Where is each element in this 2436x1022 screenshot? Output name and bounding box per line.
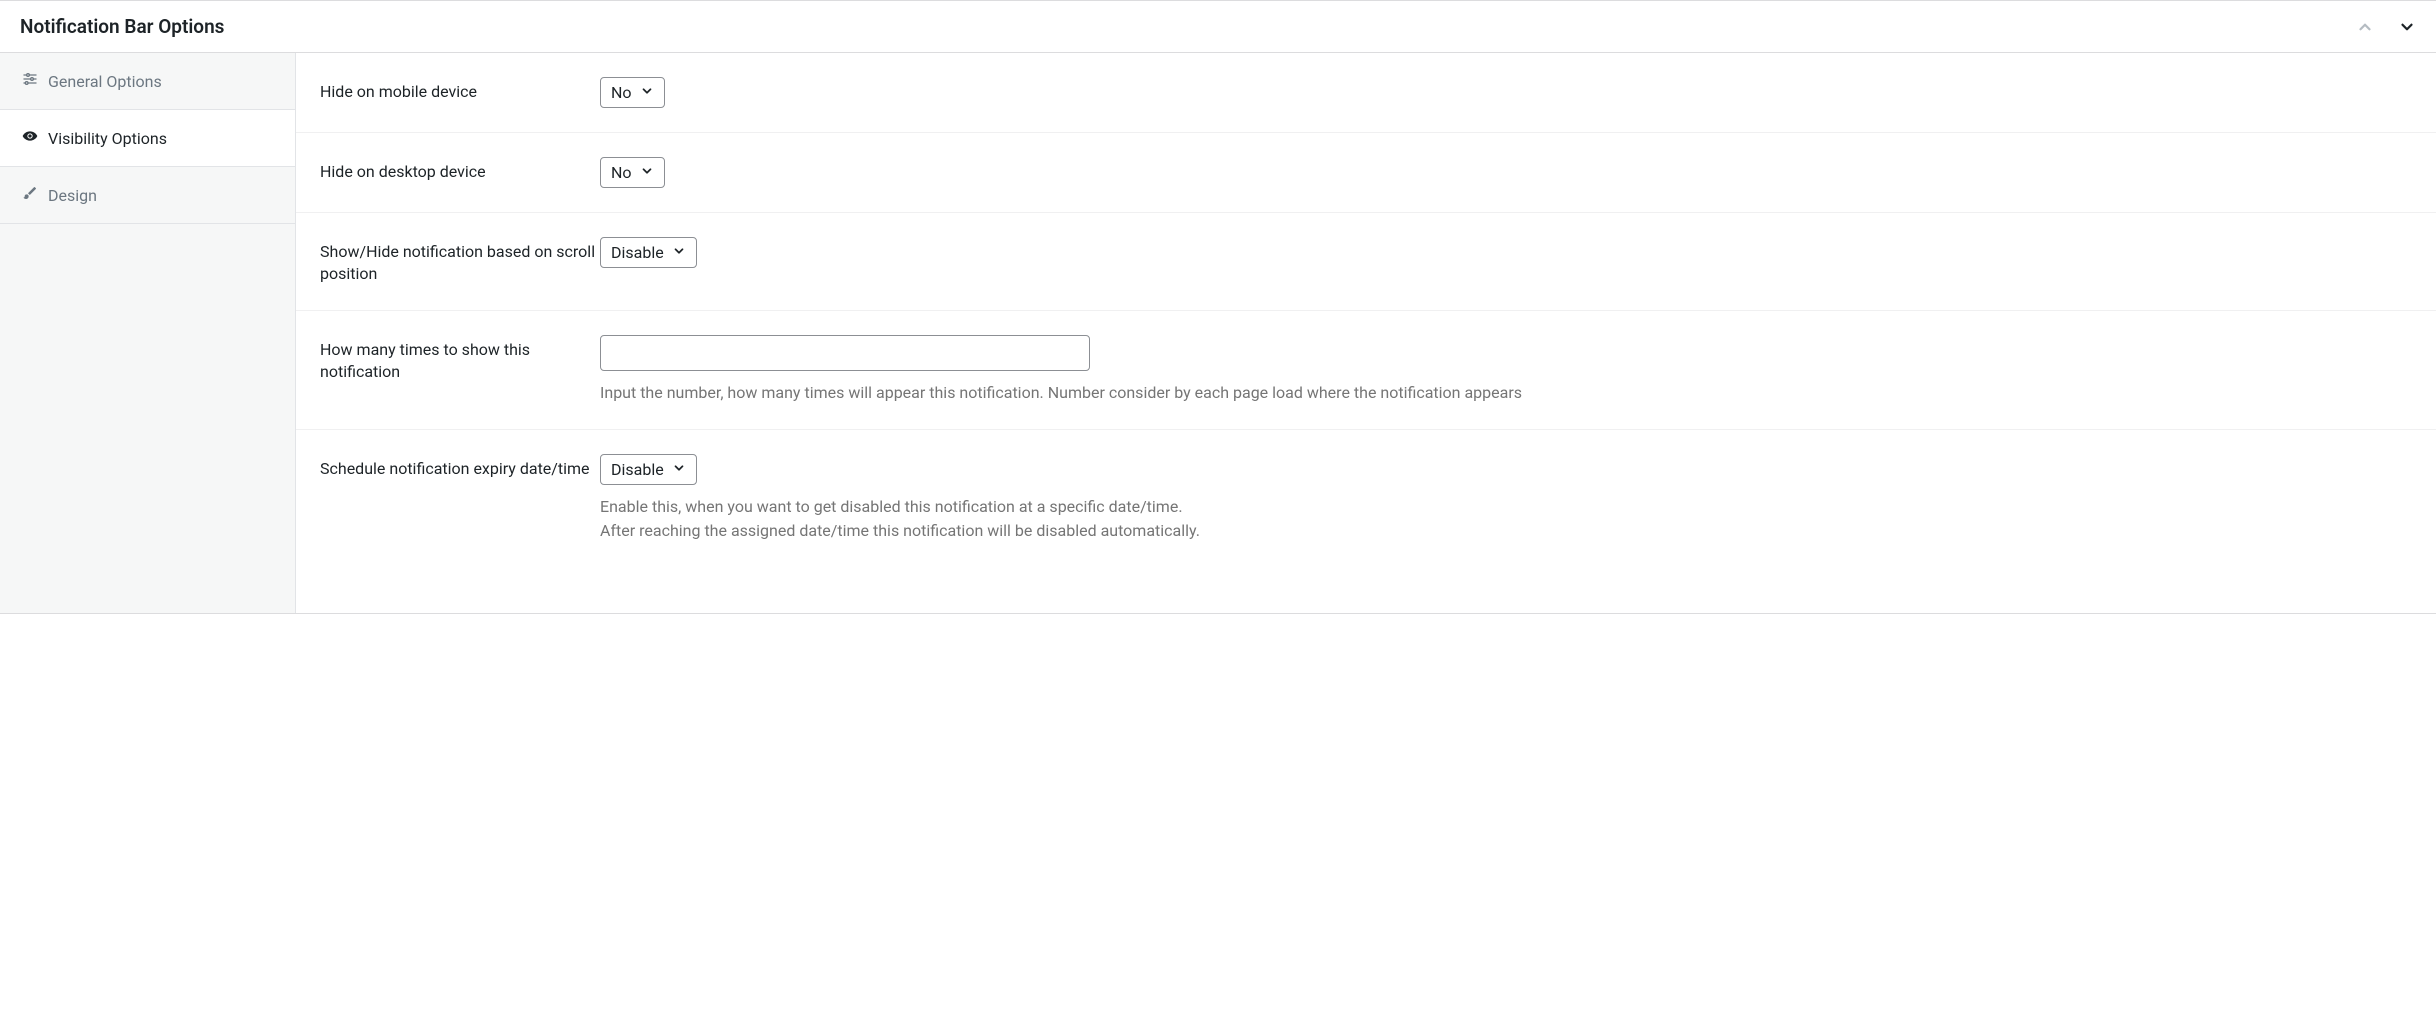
select-expiry[interactable]: Disable — [600, 454, 697, 485]
help-show-count: Input the number, how many times will ap… — [600, 381, 2412, 405]
sidebar-item-visibility-options[interactable]: Visibility Options — [0, 110, 295, 167]
input-show-count[interactable] — [600, 335, 1090, 371]
sidebar: General Options Visibility Options Desig… — [0, 53, 296, 613]
sidebar-item-label: Visibility Options — [48, 129, 167, 148]
chevron-down-icon — [640, 163, 654, 182]
help-expiry-line2: After reaching the assigned date/time th… — [600, 519, 2412, 543]
label-expiry: Schedule notification expiry date/time — [320, 454, 600, 480]
notification-options-panel: Notification Bar Options General Options — [0, 0, 2436, 614]
label-show-count: How many times to show this notification — [320, 335, 600, 384]
label-scroll-position: Show/Hide notification based on scroll p… — [320, 237, 600, 286]
help-expiry: Enable this, when you want to get disabl… — [600, 495, 2412, 543]
select-hide-mobile[interactable]: No — [600, 77, 665, 108]
select-value: No — [611, 163, 632, 182]
chevron-down-icon — [672, 460, 686, 479]
sidebar-item-label: General Options — [48, 72, 162, 91]
panel-body: General Options Visibility Options Desig… — [0, 53, 2436, 613]
select-scroll-position[interactable]: Disable — [600, 237, 697, 268]
help-expiry-line1: Enable this, when you want to get disabl… — [600, 495, 2412, 519]
select-value: No — [611, 83, 632, 102]
row-hide-mobile: Hide on mobile device No — [296, 53, 2436, 133]
sidebar-item-general-options[interactable]: General Options — [0, 53, 295, 110]
panel-title: Notification Bar Options — [20, 15, 224, 38]
label-hide-desktop: Hide on desktop device — [320, 157, 600, 183]
sliders-icon — [22, 71, 38, 91]
chevron-up-icon[interactable] — [2356, 18, 2374, 36]
sidebar-item-label: Design — [48, 186, 97, 205]
panel-header: Notification Bar Options — [0, 1, 2436, 53]
eye-icon — [22, 128, 38, 148]
sidebar-item-design[interactable]: Design — [0, 167, 295, 224]
row-expiry: Schedule notification expiry date/time D… — [296, 430, 2436, 567]
select-value: Disable — [611, 460, 664, 479]
label-hide-mobile: Hide on mobile device — [320, 77, 600, 103]
chevron-down-icon — [672, 243, 686, 262]
content-area: Hide on mobile device No Hide on desktop… — [296, 53, 2436, 613]
panel-toggle-group — [2356, 18, 2416, 36]
row-show-count: How many times to show this notification… — [296, 311, 2436, 430]
row-hide-desktop: Hide on desktop device No — [296, 133, 2436, 213]
select-value: Disable — [611, 243, 664, 262]
select-hide-desktop[interactable]: No — [600, 157, 665, 188]
row-scroll-position: Show/Hide notification based on scroll p… — [296, 213, 2436, 311]
chevron-down-icon[interactable] — [2398, 18, 2416, 36]
chevron-down-icon — [640, 83, 654, 102]
brush-icon — [22, 185, 38, 205]
